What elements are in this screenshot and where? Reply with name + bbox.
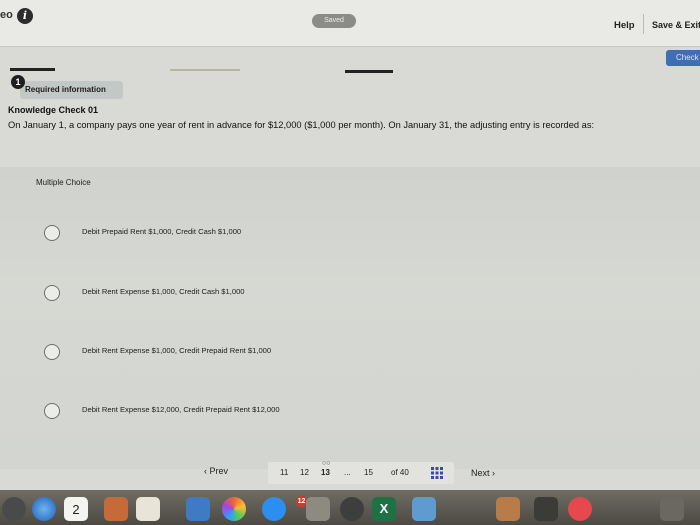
save-exit-button[interactable]: Save & Exit bbox=[652, 20, 700, 30]
page-total: of 40 bbox=[391, 468, 409, 477]
question-title: Knowledge Check 01 bbox=[8, 105, 99, 115]
brand-logo: eo bbox=[0, 9, 13, 21]
progress-segment bbox=[170, 69, 240, 71]
step-number-badge: 1 bbox=[11, 75, 25, 89]
answer-option-label: Debit Rent Expense $1,000, Credit Cash $… bbox=[82, 287, 245, 296]
calendar-icon[interactable]: 2 bbox=[64, 497, 88, 521]
bookmark-icon: ○○ bbox=[322, 460, 331, 467]
answer-option-label: Debit Rent Expense $12,000, Credit Prepa… bbox=[82, 405, 280, 414]
downloads-icon[interactable] bbox=[660, 497, 684, 521]
photo-booth-icon[interactable] bbox=[104, 497, 128, 521]
excel-icon[interactable]: X bbox=[372, 497, 396, 521]
divider bbox=[643, 14, 644, 34]
answer-option[interactable]: Debit Rent Expense $1,000, Credit Cash $… bbox=[44, 283, 245, 303]
radio-button[interactable] bbox=[44, 344, 60, 360]
notes-icon[interactable] bbox=[136, 497, 160, 521]
answer-option-label: Debit Rent Expense $1,000, Credit Prepai… bbox=[82, 346, 272, 355]
answer-option[interactable]: Debit Prepaid Rent $1,000, Credit Cash $… bbox=[44, 223, 241, 243]
app-store-icon[interactable] bbox=[262, 497, 286, 521]
page-link[interactable]: 12 bbox=[300, 468, 309, 477]
trash-icon[interactable] bbox=[534, 497, 558, 521]
question-text: On January 1, a company pays one year of… bbox=[8, 120, 595, 130]
page-selector bbox=[268, 462, 454, 484]
info-icon[interactable]: i bbox=[17, 8, 33, 24]
check-button[interactable]: Check bbox=[666, 50, 700, 66]
question-type-label: Multiple Choice bbox=[36, 178, 91, 187]
radio-button[interactable] bbox=[44, 225, 60, 241]
radio-button[interactable] bbox=[44, 285, 60, 301]
radio-button[interactable] bbox=[44, 403, 60, 419]
safari-icon[interactable] bbox=[32, 497, 56, 521]
required-information-tab[interactable]: Required information bbox=[20, 81, 123, 99]
progress-segment-active bbox=[10, 68, 55, 71]
folder-icon[interactable] bbox=[496, 497, 520, 521]
page-link-current[interactable]: 13 bbox=[321, 468, 330, 477]
chevron-left-icon: ‹ bbox=[204, 466, 207, 476]
progress-segment-current bbox=[345, 70, 393, 73]
grid-icon[interactable] bbox=[431, 467, 443, 479]
help-link[interactable]: Help bbox=[614, 20, 635, 31]
finder-folder-icon[interactable] bbox=[186, 497, 210, 521]
answer-panel bbox=[0, 167, 700, 469]
saved-badge: Saved bbox=[312, 14, 356, 28]
page-link[interactable]: 11 bbox=[280, 468, 288, 477]
page-ellipsis: ... bbox=[344, 468, 351, 477]
preview-icon[interactable] bbox=[412, 497, 436, 521]
mail-icon[interactable] bbox=[306, 497, 330, 521]
next-label: Next bbox=[471, 468, 490, 478]
answer-option-label: Debit Prepaid Rent $1,000, Credit Cash $… bbox=[82, 227, 242, 236]
photos-icon[interactable] bbox=[222, 497, 246, 521]
page-link[interactable]: 15 bbox=[364, 468, 373, 477]
system-preferences-icon[interactable] bbox=[340, 497, 364, 521]
prev-button[interactable]: ‹ Prev bbox=[204, 466, 228, 476]
next-button[interactable]: Next › bbox=[471, 468, 495, 478]
answer-option[interactable]: Debit Rent Expense $12,000, Credit Prepa… bbox=[44, 401, 280, 421]
finder-icon[interactable] bbox=[2, 497, 26, 521]
answer-option[interactable]: Debit Rent Expense $1,000, Credit Prepai… bbox=[44, 342, 271, 362]
music-icon[interactable] bbox=[568, 497, 592, 521]
prev-label: Prev bbox=[209, 466, 229, 476]
chevron-right-icon: › bbox=[492, 468, 496, 478]
